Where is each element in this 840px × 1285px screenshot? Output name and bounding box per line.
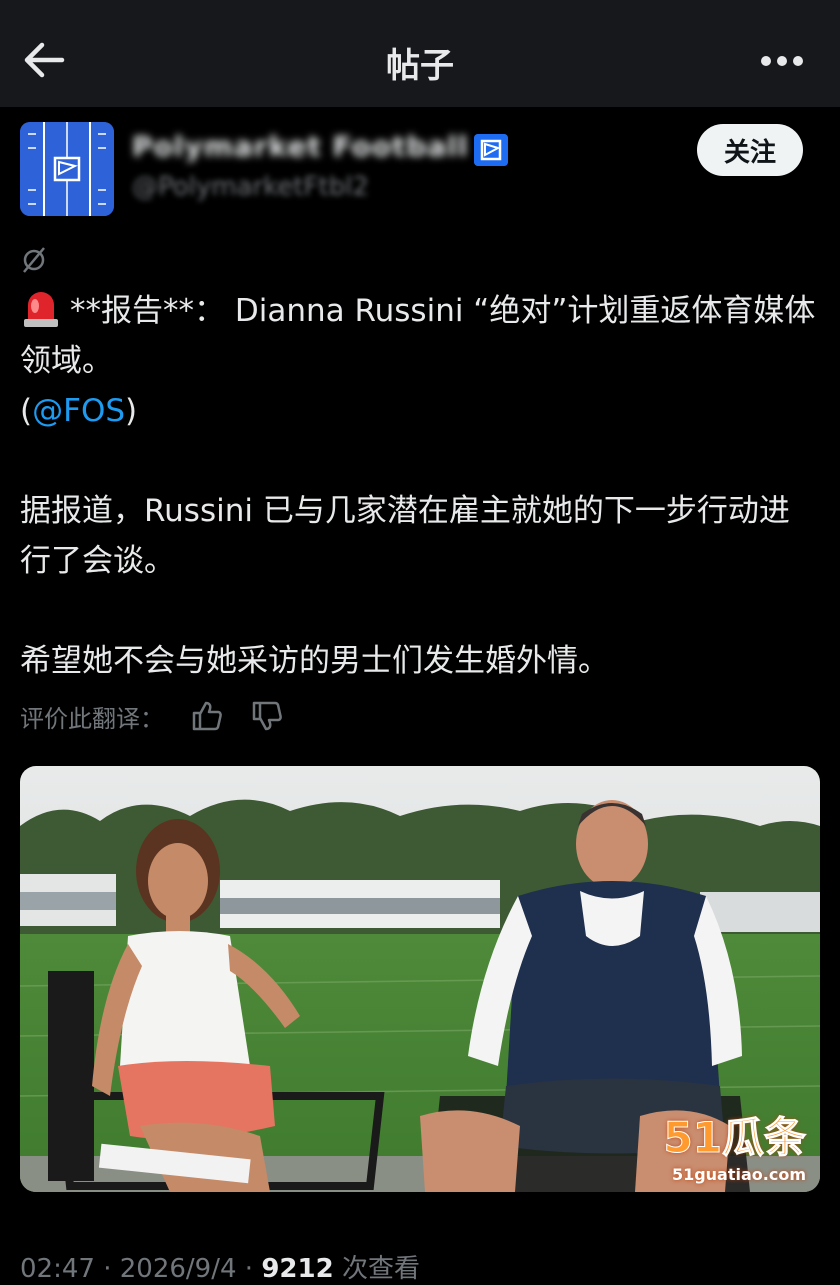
author-handle[interactable]: @PolymarketFtbl2 xyxy=(132,172,369,202)
thumbs-up-icon[interactable] xyxy=(190,699,224,733)
top-bar: 帖子 xyxy=(0,0,840,107)
post-paragraph-3: 希望她不会与她采访的男士们发生婚外情。 xyxy=(20,643,609,679)
paren-open: ( xyxy=(20,393,33,429)
watermark-sub: 51guatiao.com xyxy=(671,1165,806,1184)
watermark-main: 51瓜条 xyxy=(663,1113,806,1163)
rate-translation-row: 评价此翻译： xyxy=(20,698,284,734)
verified-badge-icon xyxy=(474,134,508,166)
translate-icon xyxy=(23,247,45,273)
post-body: **报告**： Dianna Russini “绝对”计划重返体育媒体领域。 (… xyxy=(20,286,820,686)
rate-translation-label: 评价此翻译： xyxy=(20,704,164,733)
siren-icon xyxy=(24,292,58,327)
watermark: 51瓜条 51guatiao.com xyxy=(663,1104,806,1185)
more-icon[interactable] xyxy=(760,54,804,68)
avatar[interactable] xyxy=(20,122,114,216)
author-name[interactable]: Polymarket Football xyxy=(132,130,468,163)
thumbs-down-icon[interactable] xyxy=(250,699,284,733)
post-meta: 02:47 · 2026/9/4 · 9212 次查看 xyxy=(20,1248,420,1285)
mention-link[interactable]: @FOS xyxy=(32,393,125,429)
avatar-field-image xyxy=(20,122,114,216)
paren-close: ) xyxy=(125,393,138,429)
post-image[interactable]: 51瓜条 51guatiao.com xyxy=(20,766,820,1192)
page-title: 帖子 xyxy=(386,46,454,86)
post-line-1: **报告**： Dianna Russini “绝对”计划重返体育媒体领域。 xyxy=(20,293,816,379)
follow-button[interactable]: 关注 xyxy=(697,124,803,176)
post-mention-line: (@FOS) xyxy=(20,386,820,436)
post-paragraph-1: **报告**： Dianna Russini “绝对”计划重返体育媒体领域。 xyxy=(20,286,820,386)
post-paragraph-2: 据报道，Russini 已与几家潜在雇主就她的下一步行动进行了会谈。 xyxy=(20,493,790,579)
